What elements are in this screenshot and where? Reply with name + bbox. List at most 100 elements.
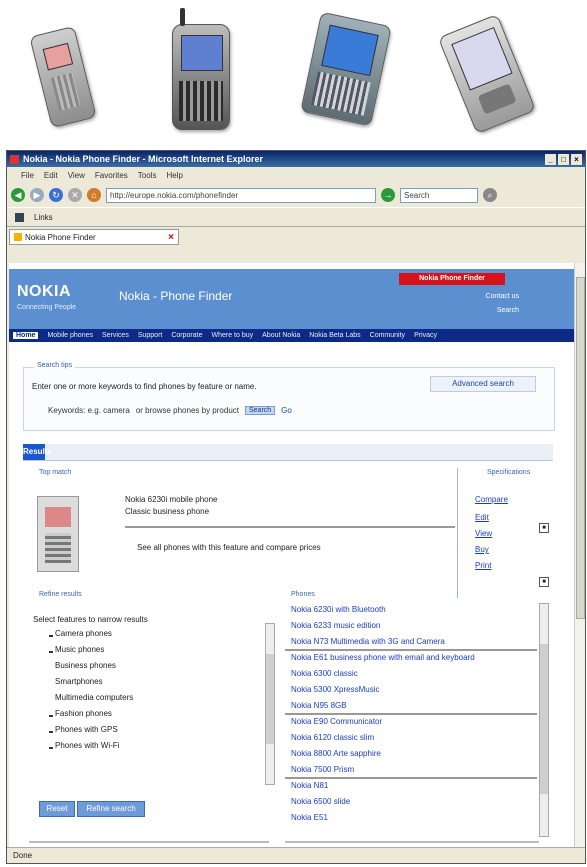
menu-help[interactable]: Help (166, 171, 182, 180)
phone-list-item[interactable]: Nokia 6300 classic (291, 669, 358, 678)
filter-camera[interactable]: Camera phones (55, 629, 112, 638)
filter-wifi[interactable]: Phones with Wi-Fi (55, 741, 119, 750)
nav-corporate[interactable]: Corporate (171, 332, 202, 339)
nav-mobile-phones[interactable]: Mobile phones (47, 332, 93, 339)
results-tab[interactable]: Results (23, 444, 52, 460)
advanced-search-button[interactable]: Advanced search (430, 376, 536, 392)
spec-link-print[interactable]: Print (475, 561, 491, 570)
filter-music[interactable]: Music phones (55, 645, 104, 654)
expand-icon[interactable]: ■ (539, 523, 549, 533)
back-icon[interactable]: ◀ (11, 188, 25, 202)
minimize-button[interactable]: _ (545, 153, 556, 165)
reset-button[interactable]: Reset (39, 801, 75, 817)
site-nav: Home Mobile phones Services Support Corp… (9, 329, 575, 342)
nav-privacy[interactable]: Privacy (414, 332, 437, 339)
search-icon[interactable]: ⌕ (483, 188, 497, 202)
filters-scrollbar[interactable] (265, 623, 275, 785)
query-line: Keywords: e.g. camera or browse phones b… (48, 406, 292, 415)
tab-title: Nokia Phone Finder (25, 232, 96, 242)
result-subtitle: Classic business phone (125, 507, 210, 516)
spec-link-view[interactable]: View (475, 529, 492, 538)
phone-list-item[interactable]: Nokia 8800 Arte sapphire (291, 749, 381, 758)
filter-gps[interactable]: Phones with GPS (55, 725, 118, 734)
menu-favorites[interactable]: Favorites (95, 171, 128, 180)
filter-smartphones[interactable]: Smartphones (55, 677, 103, 686)
phone-list-item[interactable]: Nokia 6230i with Bluetooth (291, 605, 386, 614)
menu-edit[interactable]: Edit (44, 171, 58, 180)
nav-beta-labs[interactable]: Nokia Beta Labs (309, 332, 360, 339)
phone-list-item[interactable]: Nokia 6120 classic slim (291, 733, 374, 742)
nav-services[interactable]: Services (102, 332, 129, 339)
phone-list-item[interactable]: Nokia E61 business phone with email and … (291, 653, 475, 662)
nokia-logo[interactable]: NOKIA (17, 283, 71, 301)
menu-tools[interactable]: Tools (138, 171, 157, 180)
browser-window: Nokia - Nokia Phone Finder - Microsoft I… (6, 150, 586, 864)
search-input[interactable]: Search (400, 187, 478, 203)
phone-list-item[interactable]: Nokia E51 (291, 813, 328, 822)
go-link[interactable]: Go (281, 406, 292, 415)
phone-list-item[interactable]: Nokia 6500 slide (291, 797, 350, 806)
phone-list-item[interactable]: Nokia E90 Communicator (291, 717, 382, 726)
links-label[interactable]: Links (34, 213, 53, 222)
phone-list-item[interactable]: Nokia N81 (291, 781, 328, 790)
results-vertical-divider (457, 468, 458, 598)
nav-home[interactable]: Home (13, 332, 39, 339)
home-icon[interactable]: ⌂ (87, 188, 101, 202)
result-title[interactable]: Nokia 6230i mobile phone (125, 495, 218, 504)
menu-file[interactable]: File (21, 171, 34, 180)
antenna-icon (180, 8, 185, 26)
phone-list-item[interactable]: Nokia 6233 music edition (291, 621, 380, 630)
browser-tab[interactable]: Nokia Phone Finder × (9, 229, 179, 245)
phone-finder-link[interactable]: Nokia Phone Finder (399, 273, 505, 285)
page-content: NOKIA Connecting People Nokia - Phone Fi… (9, 263, 575, 847)
nav-where-to-buy[interactable]: Where to buy (212, 332, 254, 339)
footer-divider-right (285, 841, 539, 843)
result-phone-thumbnail[interactable] (37, 496, 79, 572)
phone-list-item[interactable]: Nokia 5300 XpressMusic (291, 685, 379, 694)
spec-link-edit[interactable]: Edit (475, 513, 489, 522)
spec-link-compare[interactable]: Compare (475, 495, 508, 504)
go-icon[interactable]: → (381, 188, 395, 202)
site-title: Nokia - Phone Finder (119, 289, 233, 303)
maximize-button[interactable]: □ (558, 153, 569, 165)
address-bar[interactable]: http://europe.nokia.com/phonefinder (106, 187, 376, 203)
result-description: See all phones with this feature and com… (137, 543, 321, 552)
search-link[interactable]: Search (497, 307, 519, 314)
phones-list-title: Phones (291, 591, 315, 598)
phone-list-item[interactable]: Nokia 7500 Prism (291, 765, 354, 774)
filter-fashion[interactable]: Fashion phones (55, 709, 112, 718)
window-title: Nokia - Nokia Phone Finder - Microsoft I… (23, 154, 264, 164)
nav-community[interactable]: Community (370, 332, 405, 339)
search-button[interactable]: Search (244, 406, 276, 415)
filter-business[interactable]: Business phones (55, 661, 116, 670)
site-banner: NOKIA Connecting People Nokia - Phone Fi… (9, 269, 575, 329)
query-label: Keywords: e.g. camera (48, 406, 130, 415)
contact-link[interactable]: Contact us (486, 293, 519, 300)
search-panel: Search tips Enter one or more keywords t… (23, 362, 555, 431)
nav-support[interactable]: Support (138, 332, 163, 339)
page-icon (15, 212, 24, 222)
menu-view[interactable]: View (68, 171, 85, 180)
links-bar: Links (7, 207, 585, 227)
tab-close-icon[interactable]: × (168, 232, 174, 243)
filter-multimedia[interactable]: Multimedia computers (55, 693, 133, 702)
footer-divider-left (29, 841, 269, 843)
address-text: http://europe.nokia.com/phonefinder (110, 190, 239, 200)
specifications-title: Specifications (487, 469, 531, 476)
nokia-tagline: Connecting People (17, 304, 77, 311)
phone-list-item[interactable]: Nokia N73 Multimedia with 3G and Camera (291, 637, 445, 646)
spec-link-buy[interactable]: Buy (475, 545, 489, 554)
forward-icon[interactable]: ▶ (30, 188, 44, 202)
phone-list-item[interactable]: Nokia N95 8GB (291, 701, 347, 710)
close-button[interactable]: × (571, 153, 582, 165)
phones-list: Nokia 6230i with Bluetooth Nokia 6233 mu… (285, 603, 539, 835)
page-scrollbar[interactable] (574, 263, 585, 847)
collapse-icon[interactable]: ■ (539, 577, 549, 587)
refine-search-button[interactable]: Refine search (77, 801, 145, 817)
top-match-title: Top match (39, 469, 72, 476)
nav-about[interactable]: About Nokia (262, 332, 300, 339)
refresh-icon[interactable]: ↻ (49, 188, 63, 202)
status-bar: Done (7, 847, 585, 863)
stop-icon[interactable]: ✕ (68, 188, 82, 202)
phones-list-scrollbar[interactable] (539, 603, 549, 837)
